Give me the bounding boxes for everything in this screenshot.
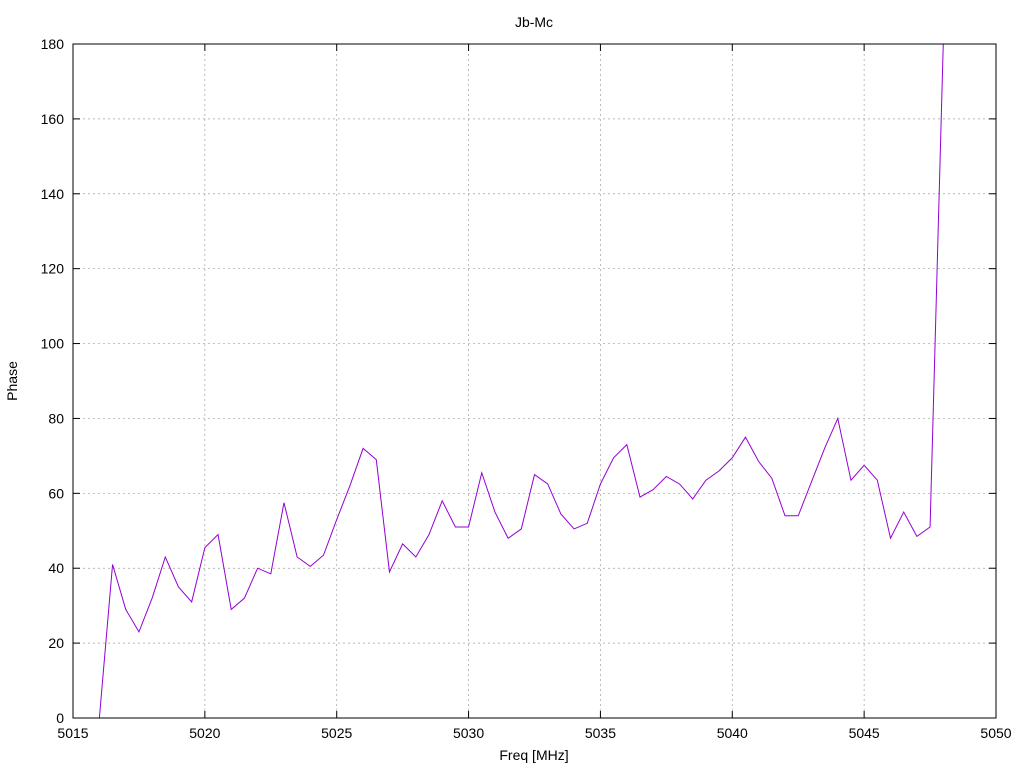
y-tick-label: 120 (41, 261, 65, 277)
x-tick-label: 5040 (717, 725, 748, 741)
y-axis-label: Phase (4, 361, 20, 401)
y-tick-label: 60 (48, 485, 64, 501)
x-tick-label: 5045 (849, 725, 880, 741)
tick-labels: 5015 5020 5025 5030 5035 5040 5045 5050 0 20 40 60 8… (41, 36, 1012, 741)
x-tick-label: 5020 (189, 725, 220, 741)
grid (73, 44, 996, 718)
y-tick-label: 160 (41, 111, 65, 127)
y-tick-label: 0 (56, 710, 64, 726)
y-tick-label: 40 (48, 560, 64, 576)
x-tick-label: 5015 (57, 725, 88, 741)
x-tick-label: 5035 (585, 725, 616, 741)
y-tick-label: 140 (41, 186, 65, 202)
y-tick-label: 20 (48, 635, 64, 651)
x-tick-label: 5050 (980, 725, 1011, 741)
chart-title: Jb-Mc (515, 14, 553, 30)
y-tick-label: 180 (41, 36, 65, 52)
series-layer (98, 43, 944, 719)
series-line (98, 43, 944, 719)
axis-ticks (72, 43, 997, 719)
x-tick-label: 5025 (321, 725, 352, 741)
y-tick-label: 80 (48, 410, 64, 426)
plot-frame (72, 43, 997, 719)
x-tick-label: 5030 (453, 725, 484, 741)
y-tick-label: 100 (41, 336, 65, 352)
line-chart: Jb-Mc 5015 5020 5025 5030 5035 5040 5045 5050 0 2… (4, 14, 1012, 763)
x-axis-label: Freq [MHz] (499, 747, 568, 763)
